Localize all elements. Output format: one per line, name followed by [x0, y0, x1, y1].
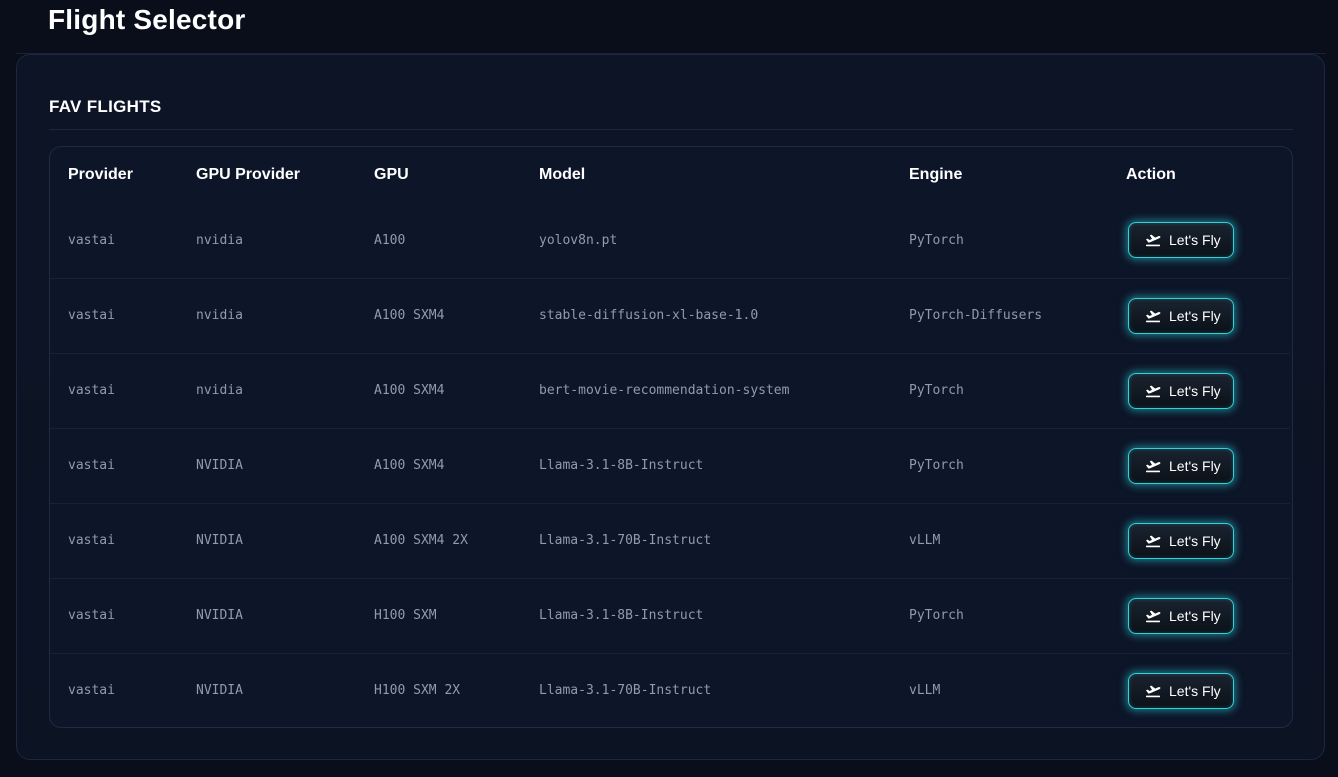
column-header-engine: Engine [909, 166, 963, 183]
cell-provider: vastai [50, 503, 178, 579]
cell-action: Let's Fly [1108, 203, 1290, 279]
lets-fly-label: Let's Fly [1169, 382, 1221, 399]
lets-fly-label: Let's Fly [1169, 532, 1221, 549]
lets-fly-button[interactable]: Let's Fly [1128, 372, 1234, 409]
cell-engine: vLLM [909, 683, 941, 699]
cell-provider: vastai [50, 203, 178, 279]
table-row: vastai NVIDIA H100 SXM 2X Llama-3.1-70B-… [50, 653, 1290, 727]
cell-gpu-provider: nvidia [178, 203, 356, 279]
cell-gpu-provider: NVIDIA [178, 578, 356, 654]
plane-takeoff-icon [1146, 234, 1161, 247]
cell-model: Llama-3.1-70B-Instruct [539, 683, 712, 699]
cell-provider: vastai [50, 578, 178, 654]
cell-provider: vastai [50, 428, 178, 504]
cell-gpu-provider: nvidia [178, 278, 356, 354]
lets-fly-button[interactable]: Let's Fly [1128, 597, 1234, 634]
plane-takeoff-icon [1146, 310, 1161, 322]
cell-gpu: H100 SXM [356, 578, 521, 654]
column-header-action: Action [1126, 166, 1176, 183]
card-title: FAV FLIGHTS [49, 97, 162, 116]
column-header-gpu-provider: GPU Provider [196, 166, 301, 183]
cell-provider: vastai [50, 278, 178, 354]
cell-model: Llama-3.1-8B-Instruct [521, 578, 891, 654]
cell-gpu-provider: NVIDIA [196, 683, 243, 699]
cell-engine: PyTorch-Diffusers [891, 278, 1108, 354]
plane-takeoff-icon [1146, 610, 1161, 622]
table-row: vastai nvidia A100 SXM4 stable-diffusion… [50, 278, 1290, 354]
cell-provider: vastai [50, 353, 178, 429]
lets-fly-label: Let's Fly [1169, 457, 1221, 474]
fav-flights-card: FAV FLIGHTS Provider GPU Provider GPU Mo… [16, 54, 1325, 760]
cell-gpu-provider: NVIDIA [178, 503, 356, 579]
cell-action: Let's Fly [1108, 578, 1290, 654]
cell-action: Let's Fly [1108, 503, 1290, 579]
cell-provider: vastai [68, 683, 115, 699]
cell-action: Let's Fly [1108, 653, 1290, 727]
plane-takeoff-icon [1146, 385, 1161, 397]
cell-engine: PyTorch [891, 428, 1108, 504]
plane-takeoff-icon [1146, 535, 1161, 547]
table-row: vastai nvidia A100 SXM4 bert-movie-recom… [50, 353, 1290, 429]
table-row: vastai nvidia A100 yolov8n.pt PyTorch Le… [50, 203, 1290, 279]
lets-fly-label: Let's Fly [1169, 232, 1221, 249]
cell-model: bert-movie-recommendation-system [521, 353, 891, 429]
cell-model: Llama-3.1-8B-Instruct [521, 428, 891, 504]
cell-engine: vLLM [891, 503, 1108, 579]
column-header-gpu: GPU [374, 166, 409, 183]
cell-action: Let's Fly [1108, 278, 1290, 354]
lets-fly-button[interactable]: Let's Fly [1128, 297, 1234, 334]
table-row: vastai NVIDIA A100 SXM4 Llama-3.1-8B-Ins… [50, 428, 1290, 504]
cell-gpu: A100 [356, 203, 521, 279]
column-header-model: Model [539, 166, 586, 183]
cell-action: Let's Fly [1108, 353, 1290, 429]
flights-table-container: Provider GPU Provider GPU Model Engine A… [49, 146, 1293, 728]
cell-gpu-provider: nvidia [178, 353, 356, 429]
lets-fly-button[interactable]: Let's Fly [1128, 672, 1234, 709]
cell-engine: PyTorch [891, 203, 1108, 279]
cell-model: Llama-3.1-70B-Instruct [521, 503, 891, 579]
flights-table: Provider GPU Provider GPU Model Engine A… [50, 147, 1290, 727]
cell-engine: PyTorch [891, 578, 1108, 654]
table-row: vastai NVIDIA H100 SXM Llama-3.1-8B-Inst… [50, 578, 1290, 654]
lets-fly-label: Let's Fly [1169, 682, 1221, 699]
cell-gpu: A100 SXM4 [356, 278, 521, 354]
page-header: Flight Selector [16, 0, 1326, 54]
column-header-provider: Provider [68, 166, 133, 183]
divider [49, 129, 1293, 130]
lets-fly-button[interactable]: Let's Fly [1128, 522, 1234, 559]
cell-model: stable-diffusion-xl-base-1.0 [521, 278, 891, 354]
lets-fly-label: Let's Fly [1169, 607, 1221, 624]
table-header-row: Provider GPU Provider GPU Model Engine A… [50, 147, 1290, 203]
cell-model: yolov8n.pt [521, 203, 891, 279]
lets-fly-button[interactable]: Let's Fly [1128, 447, 1234, 484]
page-title: Flight Selector [48, 4, 246, 35]
plane-takeoff-icon [1146, 685, 1161, 697]
cell-gpu: H100 SXM 2X [374, 683, 461, 699]
cell-engine: PyTorch [891, 353, 1108, 429]
cell-gpu-provider: NVIDIA [178, 428, 356, 504]
plane-takeoff-icon [1146, 460, 1161, 472]
cell-gpu: A100 SXM4 2X [356, 503, 521, 579]
table-row: vastai NVIDIA A100 SXM4 2X Llama-3.1-70B… [50, 503, 1290, 579]
cell-action: Let's Fly [1108, 428, 1290, 504]
lets-fly-label: Let's Fly [1169, 307, 1221, 324]
lets-fly-button[interactable]: Let's Fly [1128, 222, 1234, 259]
cell-gpu: A100 SXM4 [356, 428, 521, 504]
cell-gpu: A100 SXM4 [356, 353, 521, 429]
